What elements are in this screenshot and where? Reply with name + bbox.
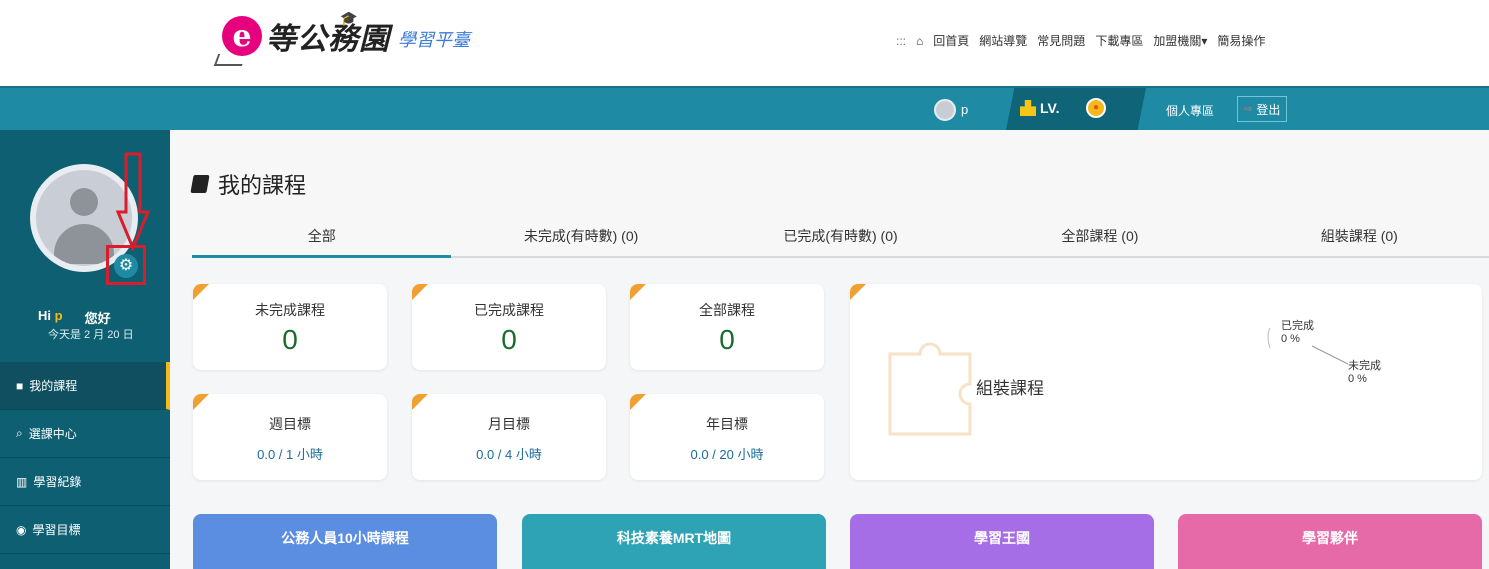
book-icon — [190, 175, 210, 193]
home-icon: ⌂ — [916, 33, 924, 48]
logo-title: 等公務園 — [266, 22, 390, 57]
nav-sitemap[interactable]: 網站導覽 — [979, 32, 1027, 49]
sidebar-item-my-courses[interactable]: ■ 我的課程 — [0, 362, 170, 410]
nav-home[interactable]: 回首頁 — [933, 32, 969, 49]
sidebar-item-learning-records[interactable]: ▥ 學習紀錄 — [0, 458, 170, 506]
incomplete-label-text: 未完成 — [1348, 360, 1381, 372]
user-avatar-small[interactable] — [934, 99, 956, 121]
nav-faq[interactable]: 常見問題 — [1037, 32, 1085, 49]
sidebar-item-label: 學習目標 — [32, 523, 81, 537]
feature-tile-10hr-course[interactable]: 公務人員10小時課程 — [193, 514, 497, 569]
site-logo[interactable]: e 等公務園 🎓 學習平臺 — [222, 8, 470, 64]
sidebar-menu: ■ 我的課程 ⌕ 選課中心 ▥ 學習紀錄 ◉ 學習目標 — [0, 362, 170, 554]
feature-label: 學習王國 — [974, 530, 1030, 546]
stat-value: 0 — [719, 324, 735, 355]
red-highlight-box — [106, 245, 146, 285]
sidebar-item-learning-goals[interactable]: ◉ 學習目標 — [0, 506, 170, 554]
feature-tile-learning-partner[interactable]: 學習夥伴 — [1178, 514, 1482, 569]
target-icon: ◉ — [16, 522, 27, 537]
goal-value: 0.0 / 1 小時 — [257, 447, 323, 462]
book-icon: ■ — [16, 378, 24, 393]
greeting-suffix: 您好 — [84, 311, 111, 326]
logo-subtitle: 學習平臺 — [398, 30, 470, 51]
search-icon: ⌕ — [16, 426, 23, 440]
sidebar-item-label: 我的課程 — [29, 379, 78, 393]
logout-button[interactable]: ⇨ 登出 — [1237, 96, 1288, 122]
completed-pct: 0 % — [1281, 333, 1300, 345]
feature-tile-learning-kingdom[interactable]: 學習王國 — [850, 514, 1154, 569]
avatar-head — [70, 188, 98, 216]
user-toolbar: p LV. ● 個人專區 ⇨ 登出 — [0, 86, 1489, 130]
content-header: 我的課程 全部 未完成(有時數) (0) 已完成(有時數) (0) 全部課程 (… — [170, 130, 1489, 258]
greeting-hi-group: Hi p — [38, 308, 63, 327]
feature-tile-mrt-map[interactable]: 科技素養MRT地圖 — [522, 514, 826, 569]
goal-value: 0.0 / 4 小時 — [476, 447, 542, 462]
feature-label: 公務人員10小時課程 — [281, 530, 409, 546]
stat-label: 全部課程 — [699, 302, 755, 318]
stat-value: 0 — [501, 324, 517, 355]
completed-label: 已完成 0 % — [1281, 320, 1314, 346]
personal-area-link[interactable]: 個人專區 — [1166, 102, 1214, 119]
stat-value: 0 — [282, 324, 298, 355]
stat-card-incomplete[interactable]: 未完成課程 0 — [193, 284, 387, 370]
goal-label: 年目標 — [706, 416, 748, 432]
goal-value: 0.0 / 20 小時 — [690, 447, 764, 462]
tab-completed[interactable]: 已完成(有時數) (0) — [711, 218, 970, 256]
incomplete-label: 未完成 0 % — [1348, 360, 1381, 386]
top-nav: ::: ⌂ 回首頁 網站導覽 常見問題 下載專區 加盟機關▾ 簡易操作 — [896, 32, 1265, 49]
logo-mark: e — [222, 16, 262, 56]
toolbar-user-name[interactable]: p — [961, 102, 968, 117]
feature-label: 學習夥伴 — [1302, 530, 1358, 546]
greeting-user-name: p — [54, 308, 63, 323]
main-content: 我的課程 全部 未完成(有時數) (0) 已完成(有時數) (0) 全部課程 (… — [170, 130, 1489, 569]
sidebar: ⚙ Hi p 您好 今天是 2 月 20 日 ■ 我的課程 ⌕ 選課中心 ▥ 學… — [0, 130, 170, 569]
puzzle-watermark-icon — [888, 342, 972, 436]
stat-label: 已完成課程 — [474, 302, 544, 318]
tab-assembled-courses[interactable]: 組裝課程 (0) — [1230, 218, 1489, 256]
assembled-courses-title: 組裝課程 — [976, 379, 1044, 398]
accesskey-dots[interactable]: ::: — [896, 34, 906, 48]
page-title-text: 我的課程 — [218, 173, 307, 198]
avatar-body — [54, 224, 114, 264]
greeting-hi: Hi — [38, 308, 51, 323]
tab-incomplete[interactable]: 未完成(有時數) (0) — [451, 218, 710, 256]
goal-card-monthly[interactable]: 月目標 0.0 / 4 小時 — [412, 394, 606, 480]
nav-easy-operation[interactable]: 簡易操作 — [1217, 32, 1265, 49]
stat-label: 未完成課程 — [255, 302, 325, 318]
today-date: 今天是 2 月 20 日 — [48, 329, 134, 341]
level-label: LV. — [1040, 100, 1060, 116]
tab-all[interactable]: 全部 — [192, 218, 452, 258]
greeting: Hi p 您好 — [38, 308, 111, 327]
assembled-courses-card[interactable]: 組裝課程 已完成 0 % 未完成 0 % — [850, 284, 1482, 480]
goal-label: 週目標 — [269, 416, 311, 432]
goal-card-yearly[interactable]: 年目標 0.0 / 20 小時 — [630, 394, 824, 480]
completed-label-text: 已完成 — [1281, 320, 1314, 332]
coin-icon[interactable]: ● — [1086, 98, 1106, 118]
nav-downloads[interactable]: 下載專區 — [1095, 32, 1143, 49]
graduation-cap-icon: 🎓 — [340, 10, 358, 26]
logout-icon: ⇨ — [1244, 103, 1253, 115]
course-tabs: 全部 未完成(有時數) (0) 已完成(有時數) (0) 全部課程 (0) 組裝… — [192, 218, 1489, 258]
stat-card-completed[interactable]: 已完成課程 0 — [412, 284, 606, 370]
tab-all-courses[interactable]: 全部課程 (0) — [970, 218, 1229, 256]
stat-card-all[interactable]: 全部課程 0 — [630, 284, 824, 370]
bar-chart-icon: ▥ — [16, 474, 28, 489]
logout-label: 登出 — [1256, 102, 1281, 117]
feature-label: 科技素養MRT地圖 — [616, 530, 732, 546]
goal-card-weekly[interactable]: 週目標 0.0 / 1 小時 — [193, 394, 387, 480]
sidebar-item-label: 學習紀錄 — [33, 475, 82, 489]
site-header: e 等公務園 🎓 學習平臺 ::: ⌂ 回首頁 網站導覽 常見問題 下載專區 加… — [0, 0, 1489, 86]
incomplete-pct: 0 % — [1348, 373, 1367, 385]
sidebar-item-course-center[interactable]: ⌕ 選課中心 — [0, 410, 170, 458]
nav-agencies-dropdown[interactable]: 加盟機關▾ — [1153, 32, 1207, 49]
page-title: 我的課程 — [190, 168, 307, 200]
goal-label: 月目標 — [488, 416, 530, 432]
sidebar-item-label: 選課中心 — [28, 427, 77, 441]
red-arrow-annotation — [116, 152, 150, 252]
